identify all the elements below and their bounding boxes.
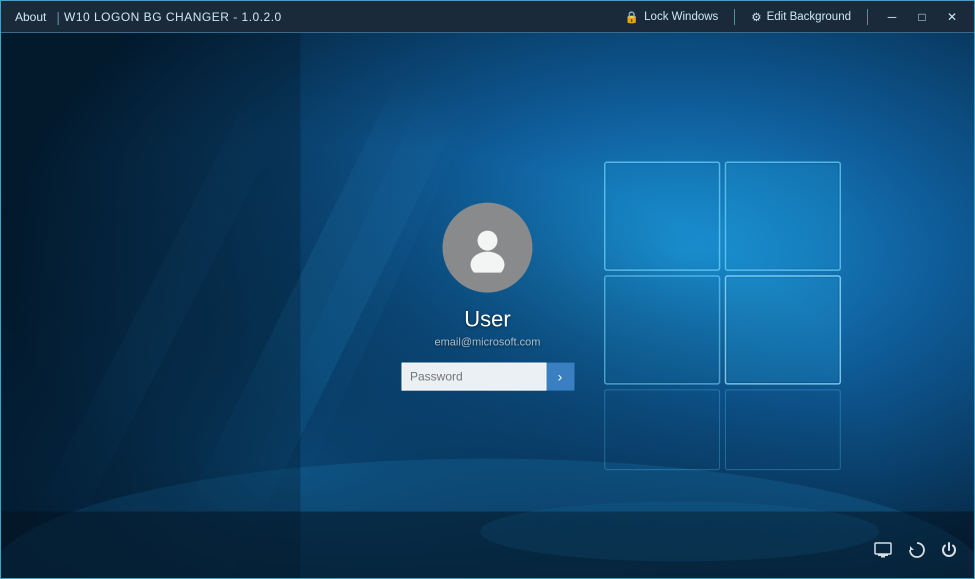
main-content: User email@microsoft.com › xyxy=(1,33,974,578)
edit-background-button[interactable]: ⚙ Edit Background xyxy=(745,8,857,26)
user-icon xyxy=(463,222,513,272)
about-button[interactable]: About xyxy=(9,8,52,26)
password-row: › xyxy=(401,362,574,390)
username-label: User xyxy=(464,306,510,332)
connect-icon[interactable] xyxy=(908,541,926,564)
title-bar-left: About | W10 LOGON BG CHANGER - 1.0.2.0 xyxy=(9,8,282,26)
edit-background-label: Edit Background xyxy=(767,11,851,23)
bottom-icons xyxy=(874,541,958,564)
arrow-icon: › xyxy=(558,368,563,384)
password-input[interactable] xyxy=(401,362,546,390)
maximize-button[interactable]: □ xyxy=(908,5,936,29)
avatar xyxy=(443,202,533,292)
lock-icon: 🔒 xyxy=(625,10,639,24)
login-panel: User email@microsoft.com › xyxy=(401,202,574,390)
app-window: About | W10 LOGON BG CHANGER - 1.0.2.0 🔒… xyxy=(0,0,975,579)
close-button[interactable]: ✕ xyxy=(938,5,966,29)
power-icon[interactable] xyxy=(940,541,958,564)
lock-windows-button[interactable]: 🔒 Lock Windows xyxy=(619,8,724,26)
password-submit-button[interactable]: › xyxy=(546,362,574,390)
title-bar-divider xyxy=(734,9,735,25)
title-bar: About | W10 LOGON BG CHANGER - 1.0.2.0 🔒… xyxy=(1,1,974,33)
title-bar-divider2 xyxy=(867,9,868,25)
minimize-button[interactable]: ─ xyxy=(878,5,906,29)
window-controls: ─ □ ✕ xyxy=(878,5,966,29)
network-icon[interactable] xyxy=(874,542,894,563)
user-email-label: email@microsoft.com xyxy=(435,336,541,348)
app-title: W10 LOGON BG CHANGER - 1.0.2.0 xyxy=(64,10,282,24)
gear-icon: ⚙ xyxy=(751,10,761,24)
title-bar-right: 🔒 Lock Windows ⚙ Edit Background ─ □ ✕ xyxy=(619,5,966,29)
lock-windows-label: Lock Windows xyxy=(644,11,718,23)
title-separator: | xyxy=(52,9,64,25)
